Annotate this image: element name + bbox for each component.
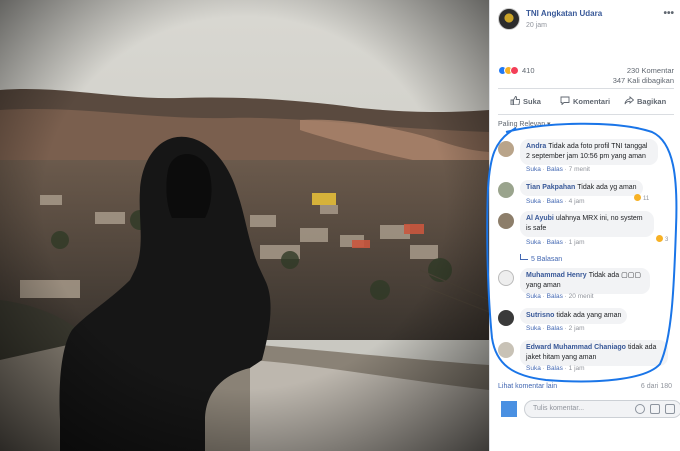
post-photo[interactable] <box>0 0 489 451</box>
comment-meta: Suka · Balas · 7 menit <box>526 166 590 173</box>
comment-icon <box>560 96 570 105</box>
comment-bubble: Edward Muhammad Chaniago tidak ada jaket … <box>520 340 668 366</box>
commenter-avatar[interactable] <box>498 342 514 358</box>
comment-reply-link[interactable]: Balas <box>547 365 563 372</box>
comment-like-link[interactable]: Suka <box>526 325 541 332</box>
haha-reaction-icon <box>634 194 641 201</box>
comment-reply-link[interactable]: Balas <box>547 166 563 173</box>
comment-like-link[interactable]: Suka <box>526 166 541 173</box>
divider <box>498 88 674 89</box>
comment-meta: Suka · Balas · 1 jam <box>526 239 585 246</box>
share-icon <box>624 96 634 105</box>
replies-label: 5 Balasan <box>531 256 563 263</box>
comment-meta: Suka · Balas · 4 jam <box>526 198 585 205</box>
comment-bubble: Sutrisno tidak ada yang aman <box>520 308 628 324</box>
comment-meta: Suka · Balas · 2 jam <box>526 325 585 332</box>
comment-author[interactable]: Andra <box>526 143 546 150</box>
comment-reply-link[interactable]: Balas <box>547 239 563 246</box>
reaction-number: 11 <box>643 196 650 202</box>
view-replies-link[interactable]: 5 Balasan <box>520 254 562 263</box>
comment-bubble: Muhammad Henry Tidak ada ▢▢▢ yang aman <box>520 268 650 294</box>
reply-arrow-icon <box>520 254 528 260</box>
page-avatar[interactable] <box>498 8 520 30</box>
comment-time[interactable]: 2 jam <box>569 325 585 332</box>
haha-reaction-icon <box>656 235 663 242</box>
reaction-number: 3 <box>665 237 669 243</box>
comment-text: Tidak ada yg aman <box>577 184 637 191</box>
commenter-avatar[interactable] <box>498 310 514 326</box>
comment-like-link[interactable]: Suka <box>526 239 541 246</box>
comment-reply-link[interactable]: Balas <box>547 293 563 300</box>
comment-author[interactable]: Edward Muhammad Chaniago <box>526 344 626 351</box>
page-name-link[interactable]: TNI Angkatan Udara <box>526 9 602 18</box>
emoji-icon[interactable] <box>635 404 645 414</box>
thumbs-up-icon <box>510 96 520 105</box>
comment-input[interactable]: Tulis komentar... <box>524 400 680 418</box>
comment-author[interactable]: Al Ayubi <box>526 215 554 222</box>
comment-time[interactable]: 7 menit <box>569 166 590 173</box>
camera-icon[interactable] <box>650 404 660 414</box>
comment-sort-dropdown[interactable]: Paling Relevan ▾ <box>498 120 551 128</box>
comment-reaction-count[interactable]: 11 <box>634 194 649 202</box>
comment-pagination: 6 dari 180 <box>640 383 672 390</box>
post-action-bar: Suka Komentari Bagikan <box>498 92 674 112</box>
reaction-count[interactable]: 410 <box>522 66 535 75</box>
comment-time[interactable]: 1 jam <box>569 239 585 246</box>
post-timestamp[interactable]: 20 jam <box>526 22 547 29</box>
comment-time[interactable]: 20 menit <box>569 293 594 300</box>
commenter-avatar[interactable] <box>498 270 514 286</box>
like-button-label: Suka <box>523 97 541 106</box>
comment-meta: Suka · Balas · 20 menit <box>526 293 594 300</box>
facebook-photo-viewer: TNI Angkatan Udara 20 jam ••• 410 230 Ko… <box>0 0 680 451</box>
commenter-avatar[interactable] <box>498 182 514 198</box>
reaction-summary: 410 230 Komentar 347 Kali dibagikan <box>498 63 674 87</box>
comment-author[interactable]: Muhammad Henry <box>526 272 587 279</box>
comment-like-link[interactable]: Suka <box>526 293 541 300</box>
share-button[interactable]: Bagikan <box>624 96 666 106</box>
photo-scene <box>0 0 489 451</box>
comment-reaction-count[interactable]: 3 <box>656 235 668 243</box>
comment-time[interactable]: 1 jam <box>569 365 585 372</box>
post-header: TNI Angkatan Udara 20 jam ••• <box>498 6 674 36</box>
more-options-icon[interactable]: ••• <box>663 8 674 19</box>
post-side-panel: TNI Angkatan Udara 20 jam ••• 410 230 Ko… <box>489 0 680 451</box>
comment-input-placeholder: Tulis komentar... <box>533 405 585 412</box>
commenter-avatar[interactable] <box>498 213 514 229</box>
view-more-comments-link[interactable]: Lihat komentar lain <box>498 383 557 390</box>
comment-bubble: Al Ayubi ulahnya MRX ini, no system is sa… <box>520 211 654 237</box>
comment-author[interactable]: Sutrisno <box>526 312 554 319</box>
comment-like-link[interactable]: Suka <box>526 198 541 205</box>
comment-bubble: Andra Tidak ada foto profil TNI tanggal 2… <box>520 139 658 165</box>
comment-like-link[interactable]: Suka <box>526 365 541 372</box>
love-reaction-icon <box>510 66 519 75</box>
share-button-label: Bagikan <box>637 97 667 106</box>
like-button[interactable]: Suka <box>510 96 541 106</box>
comment-reply-link[interactable]: Balas <box>547 198 563 205</box>
comment-count[interactable]: 230 Komentar <box>627 66 674 75</box>
sticker-icon[interactable] <box>665 404 675 414</box>
commenter-avatar[interactable] <box>498 141 514 157</box>
comment-author[interactable]: Tian Pakpahan <box>526 184 575 191</box>
comment-composer: Tulis komentar... <box>498 398 680 420</box>
share-count[interactable]: 347 Kali dibagikan <box>613 76 674 85</box>
comment-meta: Suka · Balas · 1 jam <box>526 365 585 372</box>
comment-text: tidak ada yang aman <box>556 312 622 319</box>
divider <box>498 114 674 115</box>
comment-button-label: Komentari <box>573 97 611 106</box>
comment-bubble: Tian Pakpahan Tidak ada yg aman <box>520 180 643 196</box>
comment-reply-link[interactable]: Balas <box>547 325 563 332</box>
comment-time[interactable]: 4 jam <box>569 198 585 205</box>
current-user-avatar[interactable] <box>501 401 517 417</box>
